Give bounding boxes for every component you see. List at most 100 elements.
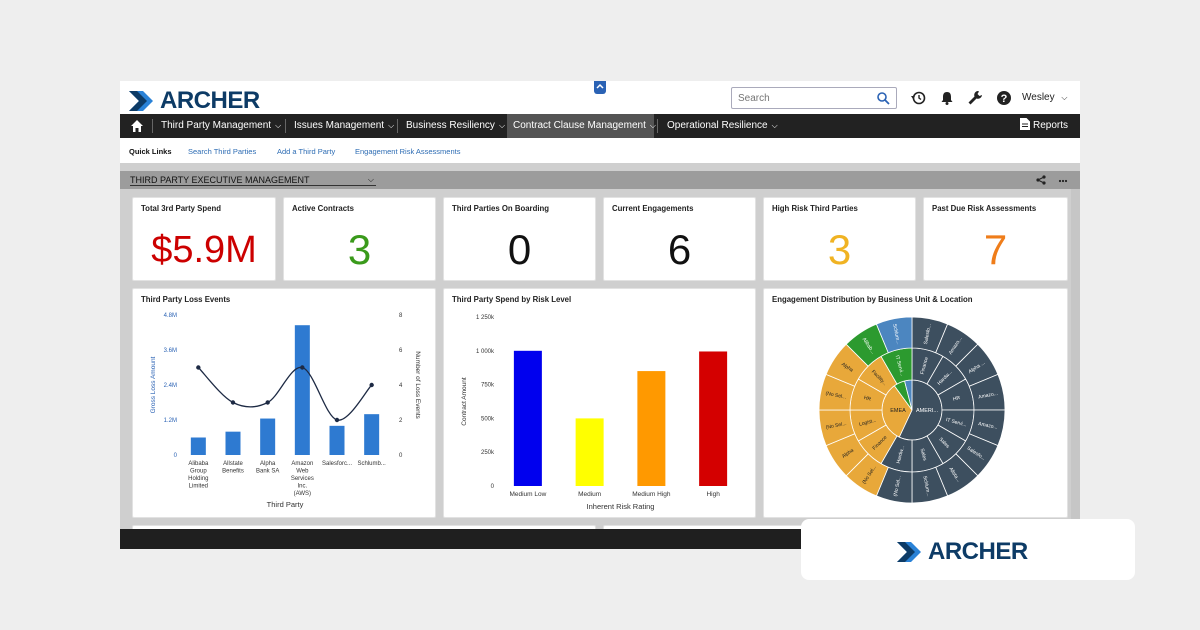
- line-point: [265, 400, 270, 405]
- kpi-card-past-due[interactable]: Past Due Risk Assessments 7: [923, 197, 1068, 281]
- archer-logo-text: ARCHER: [160, 87, 260, 114]
- x-tick-label: Limited: [189, 484, 208, 490]
- y-tick-label: 1 250k: [476, 315, 495, 321]
- y-tick-label: 1 000k: [476, 349, 495, 355]
- dashboard-header: THIRD PARTY EXECUTIVE MANAGEMENT ⌵: [120, 171, 1080, 189]
- x-tick-label: Schlumb...: [357, 461, 386, 467]
- collapse-header-button[interactable]: [594, 81, 606, 94]
- loss-events-chart: 0 1.2M 2.4M 3.6M 4.8M 0 2 4 6 8 Gross Loss Amount N…: [150, 313, 421, 509]
- kpi-card-total-spend[interactable]: Total 3rd Party Spend $5.9M: [132, 197, 276, 281]
- nav-issues-management[interactable]: Issues Management ⌵: [288, 114, 400, 138]
- x-tick-label: Inc.: [297, 484, 307, 490]
- user-menu[interactable]: Wesley ⌵: [1022, 92, 1067, 103]
- y2-axis-label: Number of Loss Events: [414, 351, 421, 419]
- search-input[interactable]: [732, 88, 872, 109]
- y-tick-label: 1.2M: [164, 418, 177, 424]
- y-tick-label: 250k: [481, 450, 495, 456]
- nav-label: Third Party Management: [161, 120, 272, 131]
- kpi-value: 3: [827, 226, 852, 273]
- chevron-down-icon: ⌵: [771, 121, 778, 130]
- line-point: [230, 400, 236, 405]
- line-point: [196, 365, 201, 370]
- search-icon[interactable]: [876, 91, 890, 105]
- quick-links-bar: Quick Links Search Third Parties Add a T…: [120, 138, 1080, 163]
- kpi-card-on-boarding[interactable]: Third Parties On Boarding 0: [443, 197, 596, 281]
- user-name: Wesley: [1022, 92, 1055, 103]
- x-tick-label: (AWS): [294, 491, 311, 497]
- x-tick-label: Allstate: [223, 461, 243, 467]
- archer-logo: ARCHER: [897, 538, 1028, 566]
- sunburst-label: AMERI...: [916, 408, 938, 414]
- nav-divider: [285, 119, 286, 133]
- archer-logo-icon: [129, 91, 153, 111]
- wrench-icon[interactable]: [967, 90, 983, 106]
- bar: [575, 418, 604, 486]
- more-options-icon[interactable]: [1058, 175, 1068, 185]
- dashboard-title: THIRD PARTY EXECUTIVE MANAGEMENT: [130, 175, 310, 185]
- archer-app-window: ARCHER ? Wesley ⌵ Third Party Management…: [120, 81, 1080, 549]
- nav-business-resiliency[interactable]: Business Resiliency ⌵: [400, 114, 511, 138]
- nav-divider: [397, 119, 398, 133]
- kpi-title: Past Due Risk Assessments: [932, 204, 1037, 213]
- quick-link-engagement-risk-assessments[interactable]: Engagement Risk Assessments: [355, 147, 460, 156]
- chart-card-loss-events: Third Party Loss Events 0 1.2M 2.4M 3.6M 4.8…: [132, 288, 436, 518]
- x-tick-label: Benefits: [222, 469, 244, 475]
- chart-card-engagement-distribution: Engagement Distribution by Business Unit…: [763, 288, 1068, 518]
- x-axis-label: Third Party: [267, 500, 304, 509]
- kpi-title: High Risk Third Parties: [772, 204, 858, 213]
- help-icon[interactable]: ?: [996, 90, 1012, 106]
- search-box: [731, 87, 897, 109]
- archer-logo-text: ARCHER: [928, 538, 1028, 565]
- quick-link-search-third-parties[interactable]: Search Third Parties: [188, 147, 256, 156]
- main-nav: Third Party Management ⌵ Issues Managemen…: [120, 114, 1080, 138]
- x-axis-label: Inherent Risk Rating: [587, 502, 655, 511]
- x-tick-label: Services: [291, 476, 314, 482]
- y2-tick-label: 0: [399, 453, 403, 459]
- kpi-card-current-engagements[interactable]: Current Engagements 6: [603, 197, 756, 281]
- chevron-up-icon: [596, 83, 604, 89]
- bar: [637, 371, 666, 486]
- home-button[interactable]: [124, 114, 150, 138]
- kpi-title: Current Engagements: [612, 204, 694, 213]
- reports-label: Reports: [1033, 120, 1069, 131]
- scrollbar[interactable]: [1071, 189, 1080, 549]
- bar: [294, 325, 310, 455]
- dashboard-selector[interactable]: THIRD PARTY EXECUTIVE MANAGEMENT ⌵: [130, 175, 376, 186]
- chevron-down-icon: ⌵: [1061, 93, 1068, 102]
- nav-divider: [152, 119, 153, 133]
- chevron-down-icon: ⌵: [649, 121, 656, 130]
- kpi-title: Active Contracts: [292, 204, 354, 213]
- svg-text:?: ?: [1001, 93, 1008, 105]
- notifications-bell-icon[interactable]: [939, 90, 955, 106]
- loss-events-line: [197, 366, 373, 421]
- nav-label: Issues Management: [294, 120, 385, 131]
- x-tick-label: High: [706, 491, 720, 498]
- x-tick-label: Bank SA: [256, 469, 279, 475]
- share-icon[interactable]: [1036, 175, 1046, 185]
- kpi-title: Third Parties On Boarding: [452, 204, 550, 213]
- engagement-sunburst-chart: AMERI...EMEAFinanceHardw...HRIT Servi...…: [818, 316, 1006, 504]
- kpi-card-high-risk[interactable]: High Risk Third Parties 3: [763, 197, 916, 281]
- spend-by-risk-chart: 0 250k 500k 750k 1 000k 1 250k Contract Amount…: [461, 315, 728, 511]
- nav-label: Contract Clause Management: [513, 120, 646, 131]
- kpi-card-active-contracts[interactable]: Active Contracts 3: [283, 197, 436, 281]
- x-tick-label: Medium: [578, 491, 601, 498]
- x-tick-label: Alibaba: [188, 461, 209, 467]
- y2-tick-label: 8: [399, 313, 403, 319]
- nav-operational-resilience[interactable]: Operational Resilience ⌵: [661, 114, 784, 138]
- kpi-title: Total 3rd Party Spend: [141, 204, 222, 213]
- archer-logo[interactable]: ARCHER: [129, 87, 260, 115]
- line-point: [334, 417, 340, 423]
- chart-card-spend-by-risk: Third Party Spend by Risk Level 0 250k 500…: [443, 288, 756, 518]
- kpi-value: $5.9M: [151, 229, 257, 271]
- bar: [513, 350, 542, 486]
- bar: [699, 351, 728, 486]
- line-point: [300, 365, 305, 370]
- nav-contract-clause-management[interactable]: Contract Clause Management ⌵: [507, 114, 656, 138]
- y-axis-label: Contract Amount: [461, 377, 468, 426]
- quick-link-add-third-party[interactable]: Add a Third Party: [277, 147, 335, 156]
- x-tick-label: Web: [296, 469, 309, 475]
- reports-link[interactable]: Reports: [1014, 114, 1074, 138]
- nav-third-party-management[interactable]: Third Party Management ⌵: [155, 114, 287, 138]
- history-icon[interactable]: [911, 90, 927, 106]
